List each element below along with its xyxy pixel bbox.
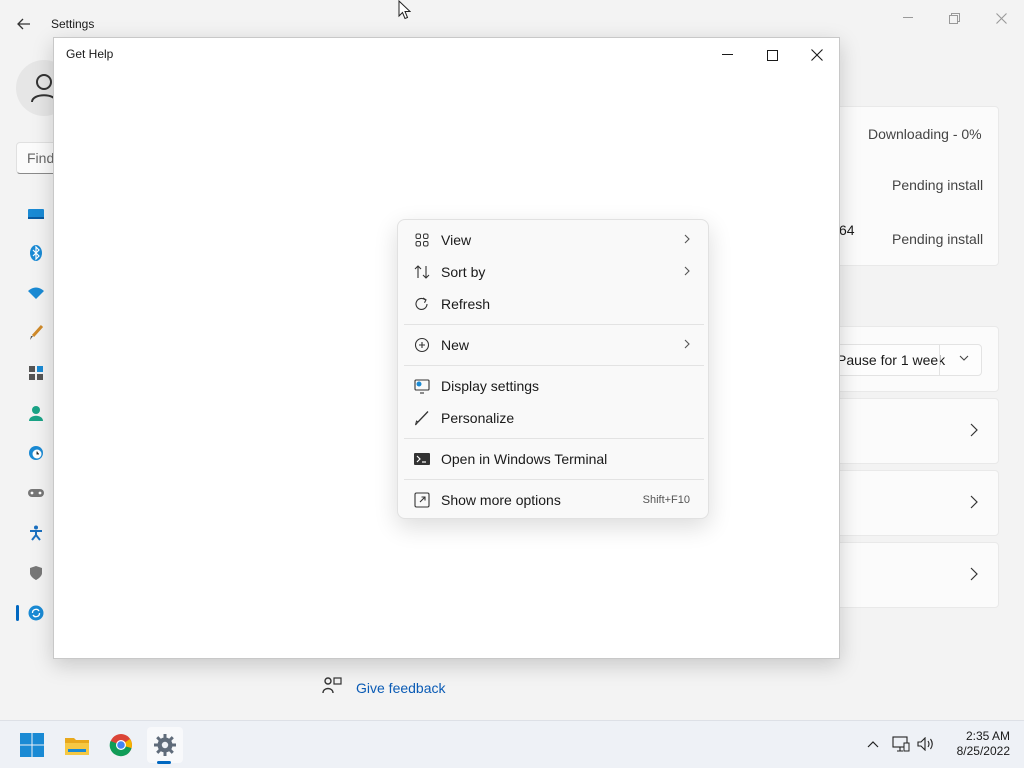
settings-icon[interactable] [147,727,183,763]
close-icon[interactable] [989,8,1013,28]
windows-update-icon[interactable] [27,604,45,622]
menu-item-label: Show more options [441,492,561,508]
get-help-title: Get Help [66,47,114,61]
active-nav-indicator [16,605,19,621]
give-feedback-link[interactable]: Give feedback [322,676,446,699]
minimize-icon[interactable] [711,44,743,66]
chrome-icon[interactable] [103,727,139,763]
update-status: Pending install [892,177,984,193]
share-icon [414,492,430,508]
menu-item-view[interactable]: View [402,225,704,255]
brush-icon [414,410,430,426]
gaming-controller-icon[interactable] [27,484,45,502]
pause-updates-label: Pause for 1 week [837,352,946,368]
personalization-brush-icon[interactable] [27,324,45,342]
menu-item-display-settings[interactable]: Display settings [402,371,704,401]
dropdown-divider [939,345,940,375]
menu-item-open-terminal[interactable]: Open in Windows Terminal [402,444,704,474]
updates-list-card: Downloading - 0% Pending install 64 Pend… [836,106,999,266]
start-icon[interactable] [14,727,50,763]
file-explorer-icon[interactable] [59,727,95,763]
plus-circle-icon [414,337,430,353]
settings-row-card[interactable] [836,542,999,608]
accounts-icon[interactable] [27,404,45,422]
menu-separator [404,324,704,325]
update-name-fragment: 64 [839,222,855,238]
time-language-icon[interactable] [27,444,45,462]
chevron-right-icon [970,495,978,512]
wifi-icon[interactable] [27,284,45,302]
maximize-icon[interactable] [756,44,788,66]
accessibility-icon[interactable] [27,524,45,542]
update-status: Downloading - 0% [868,126,982,142]
settings-row-card[interactable] [836,398,999,464]
active-app-indicator [157,761,171,764]
terminal-icon [414,451,430,467]
bluetooth-icon[interactable] [27,244,45,262]
restore-icon[interactable] [942,8,966,28]
menu-item-show-more-options[interactable]: Show more options Shift+F10 [402,485,704,515]
menu-item-label: Sort by [441,264,486,280]
mouse-pointer-icon [398,0,412,25]
menu-item-personalize[interactable]: Personalize [402,403,704,433]
clock-date: 8/25/2022 [956,744,1010,758]
chevron-down-icon [959,352,969,364]
system-display-icon[interactable] [27,205,45,223]
back-arrow-icon[interactable] [14,14,34,34]
refresh-icon [414,296,430,312]
menu-item-refresh[interactable]: Refresh [402,289,704,319]
chevron-right-icon [684,233,690,247]
display-settings-icon [414,378,430,394]
chevron-right-icon [970,423,978,440]
update-status: Pending install [892,231,984,247]
menu-item-label: Display settings [441,378,540,394]
feedback-icon [322,676,342,699]
menu-item-label: New [441,337,470,353]
chevron-right-icon [970,567,978,584]
menu-item-sort-by[interactable]: Sort by [402,257,704,287]
close-icon[interactable] [801,44,833,66]
minimize-icon[interactable] [896,8,920,28]
menu-item-label: Personalize [441,410,515,426]
chevron-up-icon[interactable] [864,735,882,753]
menu-item-label: View [441,232,472,248]
menu-item-label: Refresh [441,296,491,312]
menu-item-new[interactable]: New [402,330,704,360]
settings-title: Settings [51,17,95,31]
menu-separator [404,365,704,366]
settings-row-card[interactable] [836,470,999,536]
keyboard-shortcut: Shift+F10 [642,494,690,506]
network-icon[interactable] [891,735,911,753]
apps-icon[interactable] [27,364,45,382]
give-feedback-label: Give feedback [356,679,446,696]
sort-icon [414,264,430,280]
chevron-right-icon [684,338,690,352]
privacy-shield-icon[interactable] [27,564,45,582]
chevron-right-icon [684,265,690,279]
taskbar-clock[interactable]: 2:35 AM 8/25/2022 [944,729,1010,759]
menu-item-label: Open in Windows Terminal [441,451,608,467]
pause-updates-dropdown[interactable]: Pause for 1 week [822,344,982,376]
desktop-context-menu: View Sort by Refresh New Display setting… [397,219,709,519]
clock-time: 2:35 AM [965,729,1010,743]
menu-separator [404,438,704,439]
grid-view-icon [414,232,430,248]
menu-separator [404,479,704,480]
volume-icon[interactable] [916,735,936,753]
